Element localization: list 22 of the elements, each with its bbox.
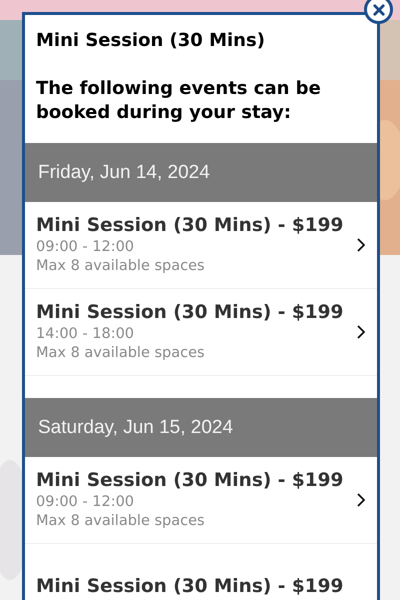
event-row[interactable]: Mini Session (30 Mins) - $199 09:00 - 12:00 Max 8 available spaces [25,457,377,544]
event-title: Mini Session (30 Mins) - $199 [36,214,344,238]
chevron-right-icon [357,238,365,252]
event-time: 09:00 - 12:00 [36,238,136,257]
event-title: Mini Session (30 Mins) - $199 [36,469,344,493]
chevron-right-icon [357,325,365,339]
event-row[interactable]: Mini Session (30 Mins) - $199 09:00 - 12:00 Max 8 available spaces [25,202,377,289]
event-spaces: Max 8 available spaces [36,512,206,531]
event-spaces: Max 8 available spaces [36,257,206,276]
event-row[interactable]: Mini Session (30 Mins) - $199 14:00 - 18:00 Max 8 available spaces [25,289,377,376]
event-time: 09:00 - 12:00 [36,493,136,512]
event-title: Mini Session (30 Mins) - $199 [36,575,344,599]
event-spaces: Max 8 available spaces [36,344,206,363]
intro-text: The following events can be booked during your stay: [36,77,322,125]
date-header: Friday, Jun 14, 2024 [25,143,377,202]
event-time: 14:00 - 18:00 [36,325,136,344]
close-icon [372,2,386,16]
event-title: Mini Session (30 Mins) - $199 [36,301,344,325]
chevron-right-icon [357,493,365,507]
modal-title: Mini Session (30 Mins) [36,29,266,53]
date-header: Saturday, Jun 15, 2024 [25,398,377,457]
event-row[interactable]: Mini Session (30 Mins) - $199 [25,544,377,600]
